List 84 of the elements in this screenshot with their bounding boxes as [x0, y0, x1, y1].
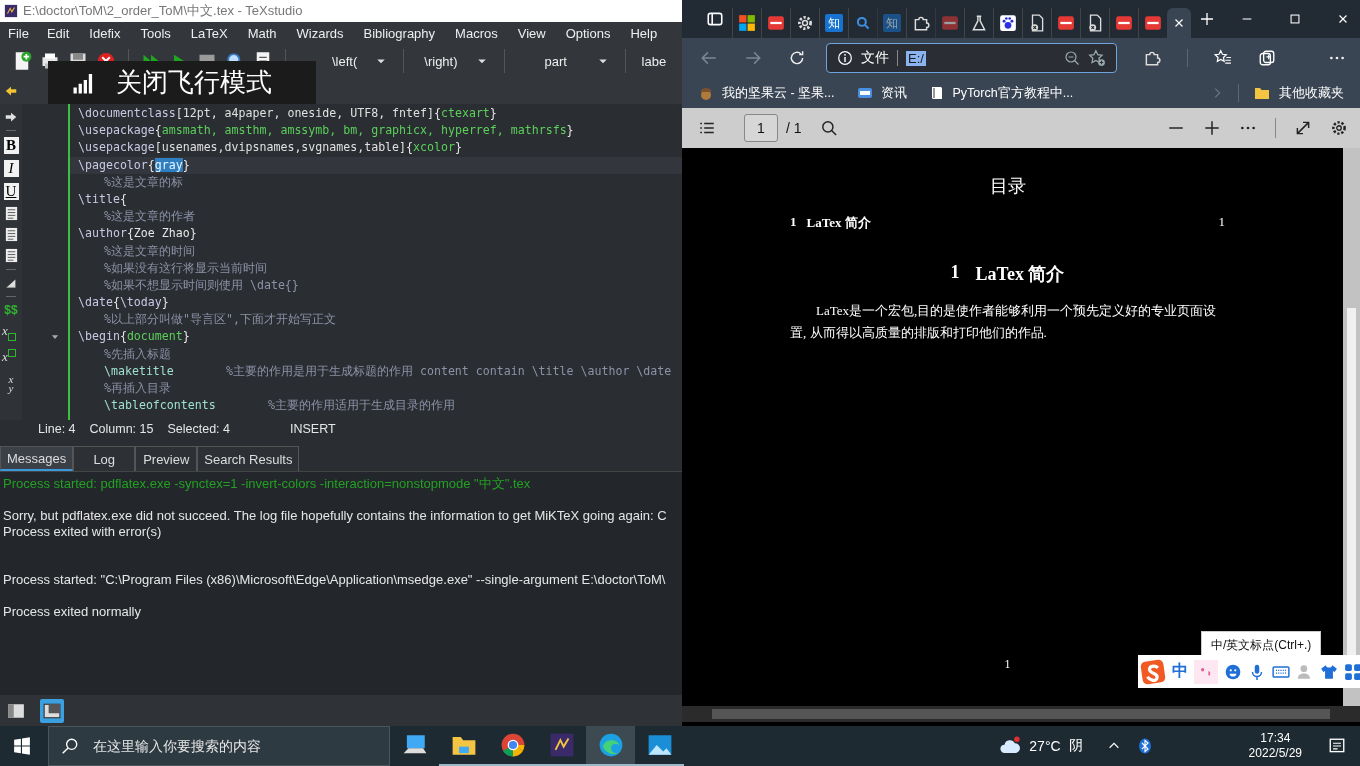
dropdown[interactable]: \left( — [324, 49, 392, 73]
column-status: Column: 15 — [89, 421, 154, 436]
contents-heading: 目录 — [988, 175, 1027, 198]
message-line: Process exited normally — [2, 604, 142, 620]
paragraph: LaTex是一个宏包,目的是使作者能够利用一个预先定义好的专业页面设置, 从而得以高质量的排版和打印他们的作品. — [790, 302, 1218, 342]
line-status: Line: 4 — [38, 421, 76, 436]
code-line: \date{\today} — [78, 294, 169, 312]
date: 2022/5/29 — [1248, 746, 1302, 761]
format-button[interactable]: I — [3, 160, 19, 177]
code-line: \title{ — [78, 190, 127, 208]
dropdown[interactable]: \right) — [416, 49, 492, 73]
input-mode-toggle[interactable]: 中 — [1172, 661, 1188, 682]
page-number: 1 — [1004, 657, 1011, 671]
selection-status: Selected: 4 — [167, 421, 230, 436]
message-line: Process started: pdflatex.exe -synctex=1 -invert-colors -interaction=nonstopmode "中文".tex — [2, 476, 532, 492]
dropdown[interactable]: labe — [637, 49, 667, 73]
code-line: %如果不想显示时间则使用 \date{} — [103, 276, 299, 294]
message-line: Sorry, but pdflatex.exe did not succeed. The log file hopefully contains the information to get MiKTeX going again: C — [2, 508, 668, 524]
code-line: \usepackage[usenames,dvipsnames,svgnames,table]{xcolor} — [78, 139, 462, 157]
search-input[interactable]: 在这里输入你要搜索的内容 — [91, 737, 375, 755]
clock[interactable]: 17:34 2022/5/29 — [1248, 731, 1302, 761]
bookmark[interactable]: 资讯 — [856, 84, 907, 102]
url-text: E:/ — [906, 50, 926, 66]
section-heading: LaTex 简介 — [975, 263, 1065, 286]
format-button[interactable]: U — [3, 183, 19, 200]
format-button[interactable]: B — [3, 137, 19, 154]
section-number: 1 — [950, 262, 960, 284]
subscript-button[interactable]: x — [2, 323, 20, 343]
menu-item[interactable]: Math — [247, 25, 285, 41]
code-line: \usepackage{amsmath, amsthm, amssymb, bm, graphicx, hyperref, mathrsfs} — [78, 122, 574, 140]
bookmark[interactable]: PyTorch官方教程中... — [928, 84, 1074, 102]
code-line: %再插入目录 — [103, 380, 171, 397]
message-line: Process exited with error(s) — [2, 524, 163, 540]
menu-item[interactable]: View — [517, 25, 554, 41]
dropdown[interactable]: part — [516, 49, 613, 73]
panel-tab[interactable]: Log — [73, 446, 136, 471]
toast-text: 关闭飞行模式 — [116, 66, 272, 99]
browser-tab[interactable]: 知 — [819, 8, 848, 38]
page-count: / 1 — [786, 120, 802, 136]
address-bar[interactable]: 文件 E:/ — [826, 43, 1118, 73]
message-line: Process started: "C:\Program Files (x86)\Microsoft\Edge\Application\msedge.exe" --single-argument E:\doctor\ToM\ — [2, 572, 667, 588]
page-number-field[interactable]: 1 — [744, 114, 778, 142]
menu-item[interactable]: Help — [630, 25, 666, 41]
panel-tab[interactable]: Messages — [0, 446, 74, 471]
menu-item[interactable]: Tools — [140, 25, 179, 41]
tab-label: 知 — [883, 14, 901, 32]
panel-tab[interactable]: Search Results — [197, 446, 300, 471]
toc-number: 1 — [790, 214, 797, 231]
toc-page: 1 — [1218, 214, 1225, 231]
menu-item[interactable]: Options — [565, 25, 619, 41]
code-line: %先插入标题 — [103, 345, 171, 363]
superscript-button[interactable]: x — [2, 349, 20, 369]
code-line: \pagecolor{gray} — [78, 156, 190, 174]
code-line: \maketitle %主要的作用是用于生成标题的作用 content contain \title \author \date — [103, 362, 672, 380]
taskbar-search-field[interactable]: 在这里输入你要搜索的内容 — [48, 726, 390, 766]
menu-item[interactable]: Wizards — [296, 25, 352, 41]
math-button[interactable]: $$ — [4, 303, 18, 317]
window-title: E:\doctor\ToM\2_order_ToM\中文.tex - TeXstudio — [23, 2, 303, 20]
temperature: 27°C — [1029, 738, 1061, 754]
panel-tab[interactable]: Preview — [135, 446, 198, 471]
code-line: %这是文章的时间 — [103, 242, 195, 260]
code-line: %这是文章的标 — [103, 173, 183, 191]
code-line: \documentclass[12pt, a4paper, oneside, UTF8, fntef]{ctexart} — [78, 105, 497, 122]
code-line: \author{Zoe Zhao} — [78, 225, 197, 243]
tab-label: 知 — [825, 14, 843, 32]
toc-entry[interactable]: LaTex 简介 — [806, 214, 871, 232]
site-label: 文件 — [861, 49, 889, 67]
bookmark[interactable]: 我的坚果云 - 坚果... — [698, 84, 835, 102]
code-line: %这是文章的作者 — [103, 208, 195, 226]
menu-item[interactable]: Edit — [46, 25, 78, 41]
weather-text: 阴 — [1068, 737, 1083, 755]
code-line: %如果没有这行将显示当前时间 — [103, 259, 267, 277]
menu-item[interactable]: LaTeX — [190, 25, 236, 41]
menu-item[interactable]: Macros — [455, 25, 506, 41]
menu-item[interactable]: File — [8, 25, 37, 41]
mode-status: INSERT — [290, 421, 336, 436]
fraction-button[interactable]: x y — [8, 375, 14, 393]
bookmark-folder[interactable]: 其他收藏夹 — [1253, 84, 1344, 102]
code-line: %以上部分叫做"导言区",下面才开始写正文 — [103, 311, 336, 329]
time: 17:34 — [1260, 731, 1291, 746]
code-line: \begin{document} — [78, 328, 190, 346]
menu-item[interactable]: Bibliography — [363, 25, 444, 41]
menu-item[interactable]: Idefix — [89, 25, 129, 41]
code-line: \tableofcontents %主要的作用适用于生成目录的作用 — [103, 397, 455, 415]
